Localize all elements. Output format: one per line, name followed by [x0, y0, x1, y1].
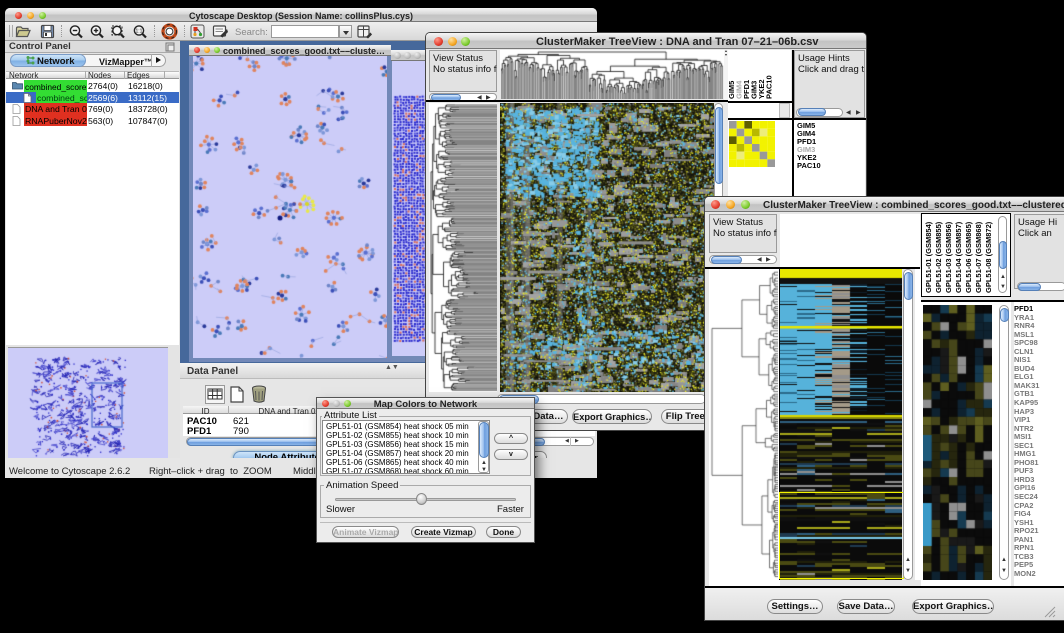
- svg-text:GPL51-02 (GSM855): GPL51-02 (GSM855): [934, 221, 943, 293]
- svg-text:GPL51-07 (GSM868): GPL51-07 (GSM868): [974, 221, 983, 293]
- svg-text:GPL51-03 (GSM856): GPL51-03 (GSM856): [944, 221, 953, 293]
- svg-text:GPL51-01 (GSM854): GPL51-01 (GSM854): [924, 221, 933, 293]
- svg-text:GPL51-08 (GSM872): GPL51-08 (GSM872): [984, 221, 993, 293]
- svg-text:GPL51-06 (GSM865): GPL51-06 (GSM865): [964, 221, 973, 293]
- svg-text:GPL51-04 (GSM857): GPL51-04 (GSM857): [954, 221, 963, 293]
- svg-text:1:1: 1:1: [136, 29, 143, 35]
- svg-text:PAC10: PAC10: [765, 75, 774, 99]
